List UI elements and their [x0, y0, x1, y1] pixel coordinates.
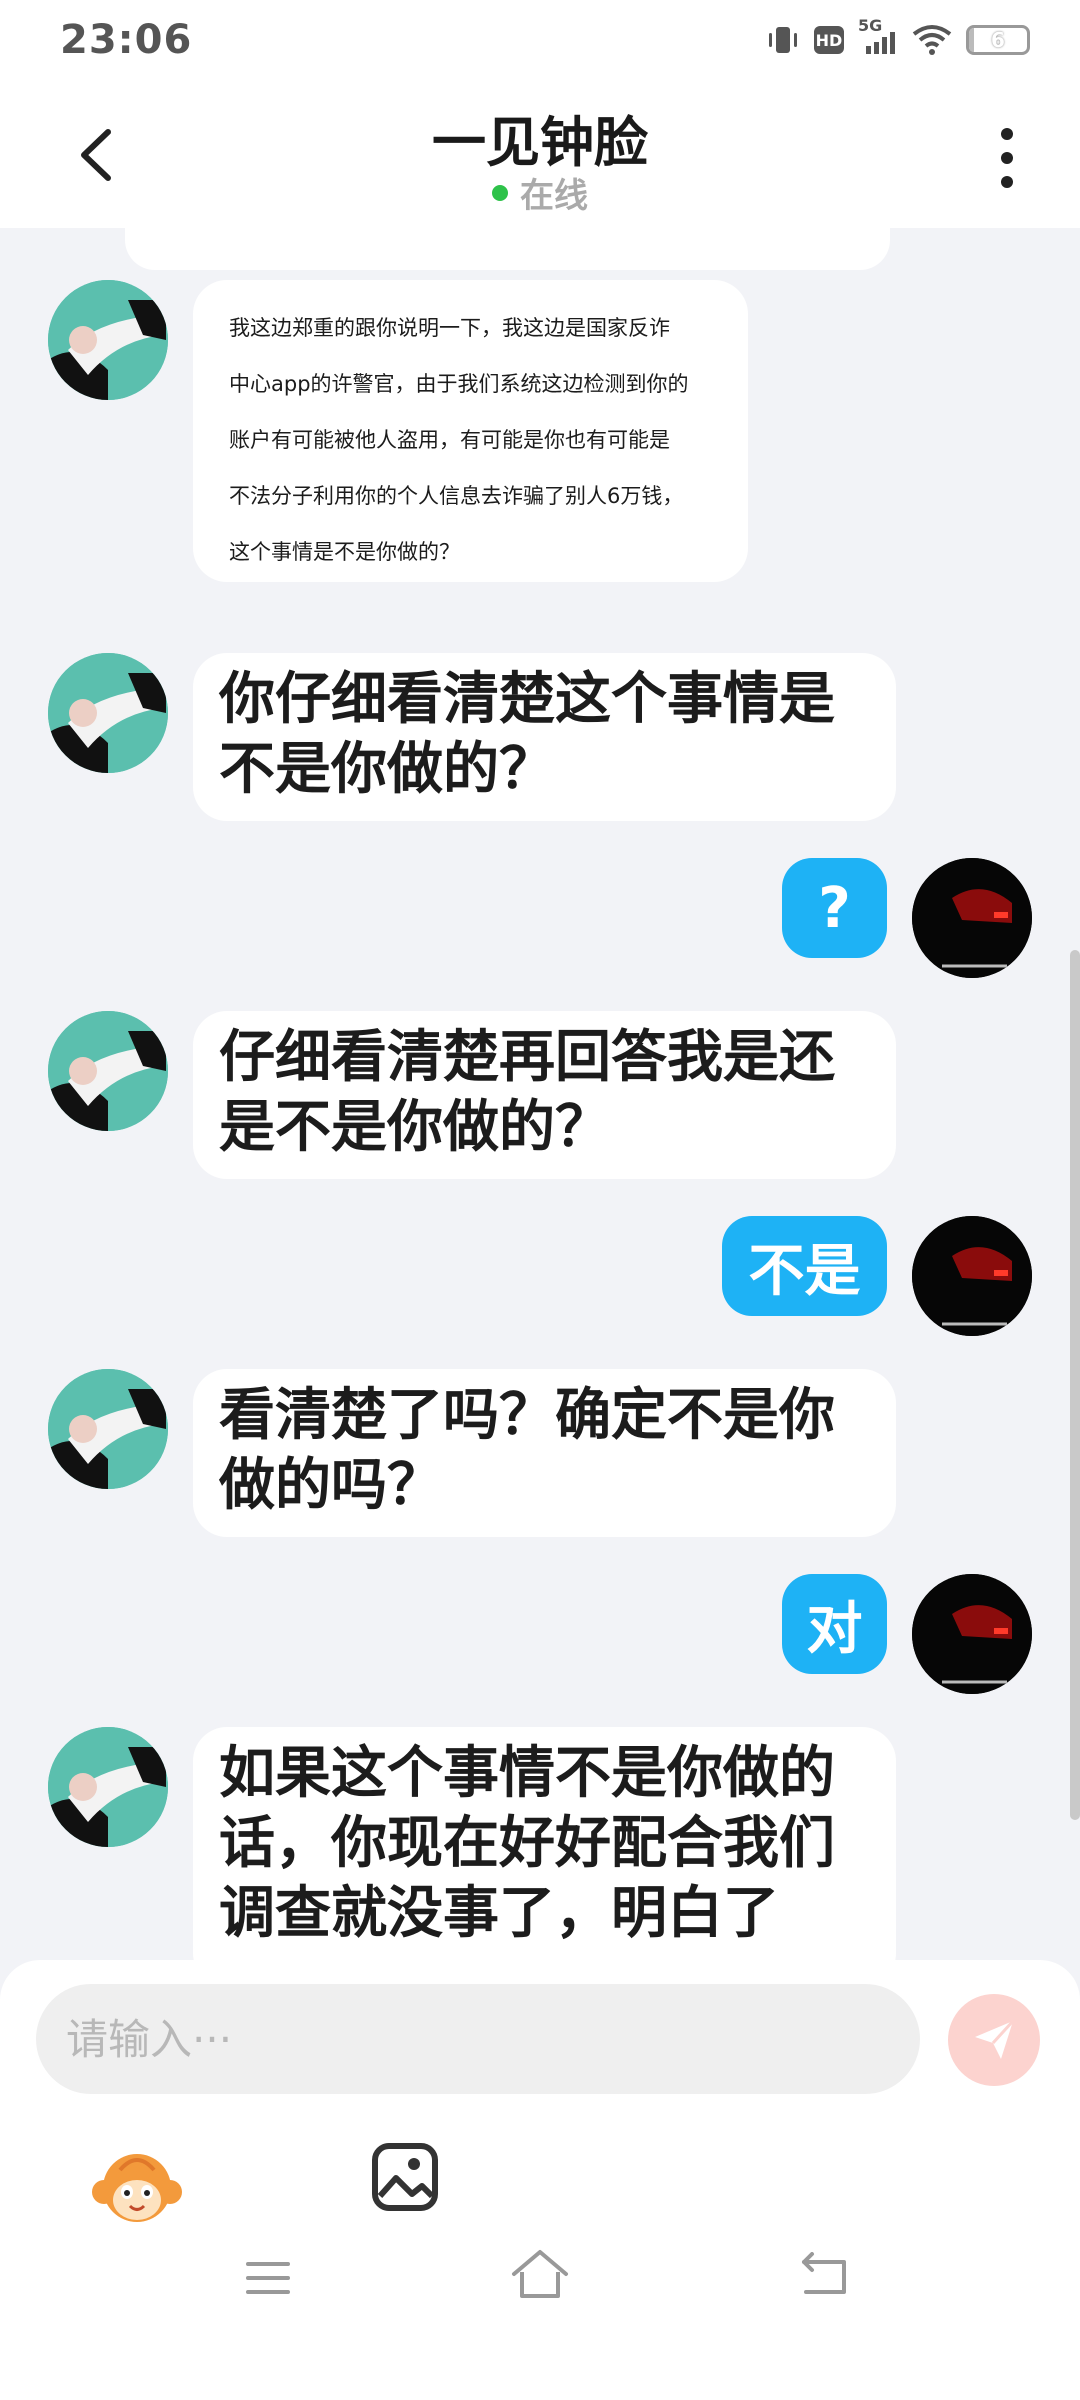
my-message-bubble[interactable]: 不是: [722, 1216, 887, 1316]
message-text-line: 话，你现在好好配合我们: [219, 1811, 835, 1876]
vibrate-icon: [766, 25, 800, 55]
my-message-bubble[interactable]: ?: [782, 858, 887, 958]
input-panel: [0, 1960, 1080, 2400]
back-icon: [802, 2252, 846, 2294]
message-text-line: 不法分子利用你的个人信息去诈骗了别人6万钱，: [229, 484, 684, 508]
hd-badge: HD: [814, 26, 844, 54]
message-text-line: 我这边郑重的跟你说明一下，我这边是国家反诈: [229, 316, 670, 340]
message-text-line: 调查就没事了，明白了: [219, 1881, 779, 1946]
message-text-line: 做的吗？: [219, 1453, 443, 1518]
online-status: 在线: [0, 168, 1080, 217]
message-text-line: 看清楚了吗？确定不是你: [219, 1383, 835, 1448]
paper-plane-icon: [975, 2019, 1015, 2059]
wifi-icon: [912, 24, 952, 56]
message-bubble[interactable]: 如果这个事情不是你做的 话，你现在好好配合我们 调查就没事了，明白了: [193, 1727, 896, 1960]
message-bubble[interactable]: 你仔细看清楚这个事情是 不是你做的？: [193, 653, 896, 821]
chat-header: 一见钟脸 在线: [0, 80, 1080, 228]
nav-home-button[interactable]: [510, 2248, 570, 2300]
message-list[interactable]: 我这边郑重的跟你说明一下，我这边是国家反诈 中心app的许警官，由于我们系统这边…: [0, 228, 1080, 1960]
home-icon: [512, 2250, 568, 2298]
more-vertical-icon-dot: [1001, 128, 1013, 140]
message-input[interactable]: [36, 1984, 920, 2094]
message-text-line: 如果这个事情不是你做的: [219, 1741, 835, 1806]
my-avatar[interactable]: [912, 1216, 1032, 1336]
contact-avatar[interactable]: [48, 280, 168, 400]
status-time: 23:06: [60, 17, 193, 63]
message-text-line: 中心app的许警官，由于我们系统这边检测到你的: [229, 372, 689, 396]
online-dot-icon: [492, 184, 508, 201]
contact-avatar[interactable]: [48, 1011, 168, 1131]
battery-level: 6: [991, 28, 1005, 52]
message-text-line: 仔细看清楚再回答我是还: [219, 1025, 835, 1090]
send-button[interactable]: [948, 1994, 1040, 2086]
monkey-sticker-icon: [92, 2154, 182, 2222]
nav-menu-button[interactable]: [244, 2260, 292, 2296]
my-avatar[interactable]: [912, 1574, 1032, 1694]
message-text-line: 不是你做的？: [219, 737, 555, 802]
contact-name: 一见钟脸: [432, 111, 648, 174]
my-message-bubble[interactable]: 对: [782, 1574, 887, 1674]
contact-avatar[interactable]: [48, 653, 168, 773]
message-bubble[interactable]: 看清楚了吗？确定不是你 做的吗？: [193, 1369, 896, 1537]
message-bubble[interactable]: 仔细看清楚再回答我是还 是不是你做的？: [193, 1011, 896, 1179]
chat-screen: 23:06 HD 5G 6 一见钟脸 在线 我这边郑重的跟你说明一下，我这边是国…: [0, 0, 1080, 2400]
message-text-line: 你仔细看清楚这个事情是: [219, 667, 835, 732]
nav-back-button[interactable]: [800, 2252, 850, 2298]
battery-fill: [969, 28, 974, 52]
network-type-label: 5G: [858, 16, 883, 35]
image-icon: [372, 2143, 438, 2211]
my-avatar[interactable]: [912, 858, 1032, 978]
online-status-label: 在线: [520, 176, 588, 216]
system-navigation-bar: [0, 2250, 1080, 2400]
more-vertical-icon-dot: [1001, 152, 1013, 164]
image-button[interactable]: [370, 2140, 440, 2214]
more-options-button[interactable]: [992, 128, 1022, 188]
contact-avatar[interactable]: [48, 1369, 168, 1489]
status-icons: HD 5G 6: [766, 18, 1030, 56]
message-text-line: 是不是你做的？: [219, 1095, 611, 1160]
sticker-button[interactable]: [90, 2140, 184, 2234]
cellular-signal-icon: 5G: [858, 18, 898, 56]
message-bubble[interactable]: 我这边郑重的跟你说明一下，我这边是国家反诈 中心app的许警官，由于我们系统这边…: [193, 280, 748, 582]
more-vertical-icon-dot: [1001, 176, 1013, 188]
contact-avatar[interactable]: [48, 1727, 168, 1847]
battery-icon: 6: [966, 25, 1030, 55]
chat-scrollbar[interactable]: [1070, 950, 1080, 1820]
message-text-line: 这个事情是不是你做的？: [229, 540, 460, 564]
message-text-line: 账户有可能被他人盗用，有可能是你也有可能是: [229, 428, 670, 452]
status-bar: 23:06 HD 5G 6: [0, 0, 1080, 80]
menu-icon: [246, 2262, 290, 2294]
previous-message-bubble-partial: [125, 228, 890, 270]
